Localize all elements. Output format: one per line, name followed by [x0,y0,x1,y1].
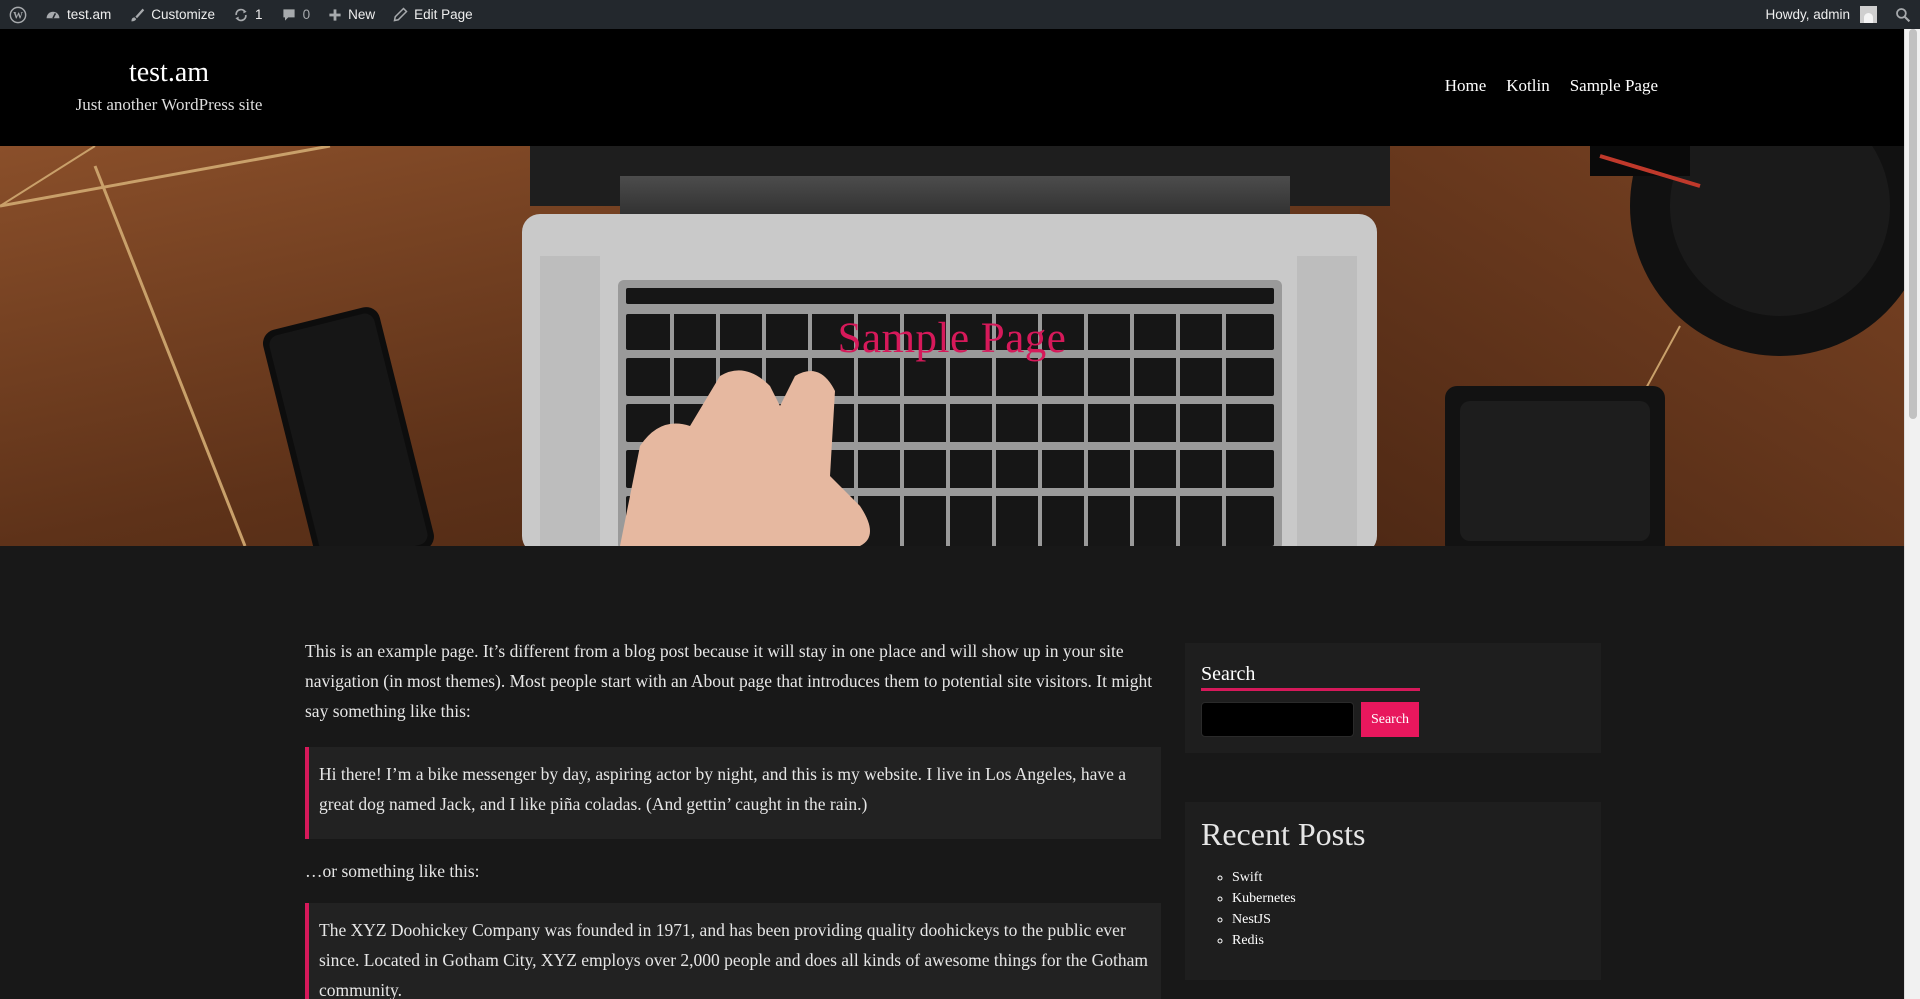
avatar [1860,6,1877,23]
blockquote-2: The XYZ Doohickey Company was founded in… [305,903,1161,999]
wordpress-icon: W [9,6,27,24]
hero-title: Sample Page [837,315,1067,362]
site-header: test.am Just another WordPress site Home… [0,29,1920,146]
recent-post-link[interactable]: Redis [1232,933,1264,948]
search-icon [1895,7,1911,23]
site-title[interactable]: test.am [70,57,268,89]
content-paragraph-2: …or something like this: [305,861,480,881]
nav-sample-page[interactable]: Sample Page [1570,76,1658,96]
recent-posts-heading: Recent Posts [1201,816,1366,852]
content-paragraph-1: This is an example page. It’s different … [305,641,1153,721]
search-button[interactable]: Search [1361,702,1419,737]
updates-link[interactable]: 1 [224,0,272,29]
main-navigation: Home Kotlin Sample Page [1445,76,1658,96]
recent-post-link[interactable]: Kubernetes [1232,891,1296,906]
list-item: Kubernetes [1232,888,1296,909]
site-name-link[interactable]: test.am [36,0,120,29]
blockquote-2-text: The XYZ Doohickey Company was founded in… [319,920,1148,999]
list-item: Redis [1232,930,1296,951]
blockquote-1-text: Hi there! I’m a bike messenger by day, a… [319,764,1127,814]
plus-icon [328,8,342,22]
scrollbar-thumb[interactable] [1909,29,1917,419]
page-content: This is an example page. It’s different … [305,636,1161,999]
search-input[interactable] [1201,702,1354,737]
svg-text:W: W [13,10,23,21]
edit-page-link[interactable]: Edit Page [384,0,482,29]
howdy-label: Howdy, admin [1765,7,1850,22]
recent-post-link[interactable]: Swift [1232,870,1262,885]
hero-banner: Sample Page [0,146,1904,546]
refresh-icon [233,7,249,23]
admin-search-button[interactable] [1886,0,1920,29]
comment-icon [281,7,297,23]
recent-post-link[interactable]: NestJS [1232,912,1271,927]
brush-icon [129,7,145,23]
nav-home[interactable]: Home [1445,76,1487,96]
list-item: Swift [1232,867,1296,888]
nav-kotlin[interactable]: Kotlin [1506,76,1549,96]
recent-posts-list: Swift Kubernetes NestJS Redis [1232,867,1296,951]
site-name-label: test.am [67,7,112,22]
search-widget: Search Search [1185,643,1601,753]
page-scrollbar[interactable] [1904,29,1920,999]
blockquote-1: Hi there! I’m a bike messenger by day, a… [305,747,1161,839]
recent-posts-widget: Recent Posts Swift Kubernetes NestJS Red… [1185,802,1601,980]
site-tagline: Just another WordPress site [75,95,263,114]
comments-count: 0 [302,7,311,22]
new-label: New [348,7,376,22]
edit-page-label: Edit Page [414,7,473,22]
admin-bar: W test.am Customize 1 0 New Edit Page Ho… [0,0,1920,29]
customize-link[interactable]: Customize [120,0,224,29]
dashboard-icon [45,7,61,23]
pencil-icon [393,7,408,22]
admin-bar-right: Howdy, admin [1756,0,1920,29]
wordpress-menu[interactable]: W [0,0,36,29]
list-item: NestJS [1232,909,1296,930]
comments-link[interactable]: 0 [272,0,320,29]
customize-label: Customize [151,7,216,22]
updates-count: 1 [255,7,263,22]
new-content-link[interactable]: New [319,0,384,29]
search-widget-heading: Search [1201,663,1420,691]
my-account-menu[interactable]: Howdy, admin [1756,0,1886,29]
